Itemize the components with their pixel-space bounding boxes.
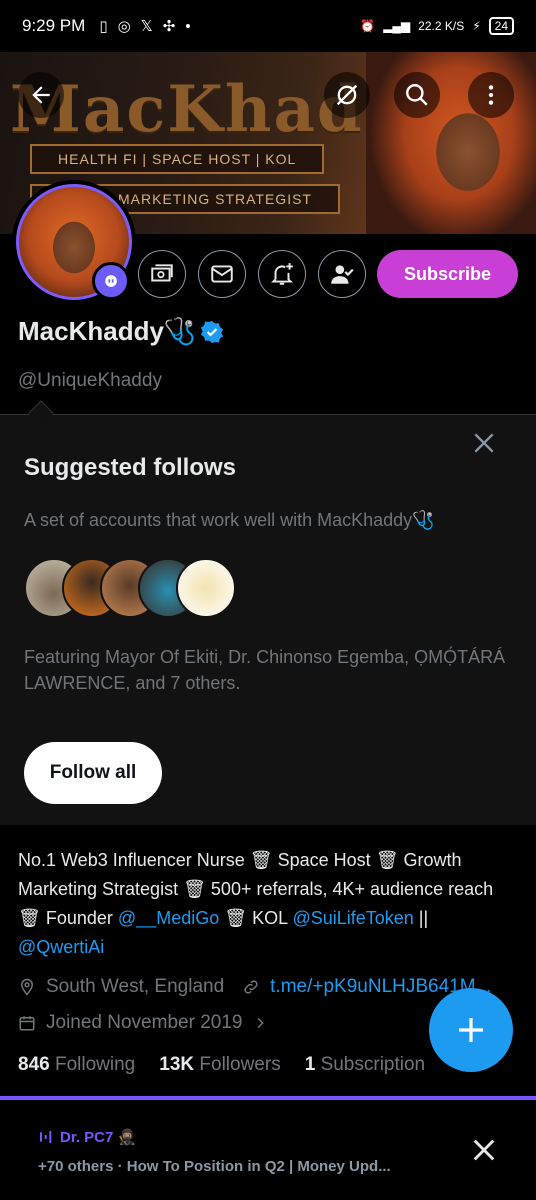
spaces-title: +70 others · How To Position in Q2 | Mon… <box>38 1158 391 1175</box>
joined-text: Joined November 2019 <box>46 1012 243 1033</box>
message-icon <box>211 265 233 283</box>
banner-portrait <box>366 52 536 234</box>
profile-bio: No.1 Web3 Influencer Nurse 🗑 Space Host … <box>18 846 518 962</box>
app-icon: ✣ <box>162 18 176 35</box>
back-arrow-icon <box>32 86 50 104</box>
followers-stat[interactable]: 13K Followers <box>159 1054 280 1076</box>
more-options-button[interactable] <box>468 72 514 118</box>
charging-icon: ⚡ <box>472 19 481 33</box>
chevron-right-icon <box>257 1017 265 1029</box>
bio-text: 🗑 KOL <box>219 908 293 928</box>
mention-link[interactable]: @__MediGo <box>118 908 219 928</box>
dot-icon: • <box>185 17 191 35</box>
following-stat[interactable]: 846 Following <box>18 1054 135 1076</box>
spaces-live-badge[interactable] <box>92 262 130 300</box>
money-icon <box>151 264 173 282</box>
message-button[interactable] <box>198 250 246 298</box>
search-button[interactable] <box>394 72 440 118</box>
plus-icon <box>459 1018 483 1042</box>
mention-link[interactable]: @QwertiAi <box>18 937 104 957</box>
handle: @UniqueKhaddy <box>18 370 162 391</box>
banner-tag: HEALTH FI | SPACE HOST | KOL <box>30 144 325 174</box>
battery-indicator: 24 <box>488 17 514 35</box>
alarm-icon: ⏰ <box>360 19 376 33</box>
close-spaces-button[interactable] <box>468 1136 500 1168</box>
following-icon <box>331 265 354 284</box>
spaces-icon <box>105 275 117 287</box>
spaces-host-name: Dr. PC7 🥷🏽 <box>60 1129 137 1146</box>
grok-icon <box>336 84 358 106</box>
subscription-label: Subscription <box>320 1054 426 1075</box>
network-speed: 22.2 K/S <box>418 19 465 33</box>
subscribe-button[interactable]: Subscribe <box>377 250 518 298</box>
display-name-row: MacKhaddy🩺 <box>18 316 224 347</box>
bio-text: || <box>413 908 429 928</box>
compose-post-button[interactable] <box>429 988 513 1072</box>
link-icon <box>244 980 258 994</box>
notify-plus-icon <box>270 263 294 285</box>
location-icon <box>20 978 34 996</box>
close-icon <box>474 433 494 453</box>
following-label: Following <box>54 1054 136 1075</box>
following-button[interactable] <box>318 250 366 298</box>
tip-button[interactable] <box>138 250 186 298</box>
location-text: South West, England <box>46 976 225 997</box>
profile-stats: 846 Following 13K Followers 1 Subscripti… <box>18 1054 425 1076</box>
spaces-host-row: Dr. PC7 🥷🏽 <box>38 1128 136 1146</box>
subscriptions-stat[interactable]: 1 Subscription <box>305 1054 425 1076</box>
display-name: MacKhaddy🩺 <box>18 316 197 346</box>
spaces-dock[interactable]: Dr. PC7 🥷🏽 +70 others · How To Position … <box>0 1096 536 1200</box>
suggested-follows-description: A set of accounts that work well with Ma… <box>24 510 435 530</box>
followers-label: Followers <box>199 1054 281 1075</box>
audio-bars-icon <box>40 1131 52 1143</box>
mention-link[interactable]: @SuiLifeToken <box>292 908 413 928</box>
more-vertical-icon <box>488 85 494 105</box>
avatar <box>176 558 236 618</box>
suggested-follows-title: Suggested follows <box>24 454 237 481</box>
notification-icons: ▯ ◎ 𝕏 ✣ • <box>99 17 191 36</box>
signal-icon: ▂▄▆ <box>383 19 411 33</box>
notifications-button[interactable] <box>258 250 306 298</box>
whatsapp-icon: ◎ <box>117 18 131 35</box>
back-button[interactable] <box>18 72 64 118</box>
profile-meta-location-row: South West, England t.me/+pK9uNLHJB641M.… <box>18 976 491 998</box>
profile-meta-joined-row[interactable]: Joined November 2019 <box>18 1012 268 1034</box>
status-bar: 9:29 PM ▯ ◎ 𝕏 ✣ • ⏰ ▂▄▆ 22.2 K/S ⚡ 24 <box>0 0 536 52</box>
follow-all-button[interactable]: Follow all <box>24 742 162 804</box>
calendar-icon <box>19 1016 35 1031</box>
x-icon: 𝕏 <box>140 18 153 35</box>
status-time: 9:29 PM <box>22 16 86 35</box>
grok-button[interactable] <box>324 72 370 118</box>
system-icons: ⏰ ▂▄▆ 22.2 K/S ⚡ 24 <box>360 17 514 35</box>
search-icon <box>406 84 428 106</box>
subscription-count: 1 <box>304 1054 316 1075</box>
close-icon <box>473 1139 495 1161</box>
verified-badge-icon <box>201 320 224 343</box>
suggested-avatars[interactable] <box>24 558 244 618</box>
sim-icon: ▯ <box>99 18 108 35</box>
suggested-featuring-text: Featuring Mayor Of Ekiti, Dr. Chinonso E… <box>24 647 506 693</box>
dismiss-suggestions-button[interactable] <box>470 430 498 458</box>
following-count: 846 <box>18 1054 50 1075</box>
followers-count: 13K <box>159 1054 195 1075</box>
